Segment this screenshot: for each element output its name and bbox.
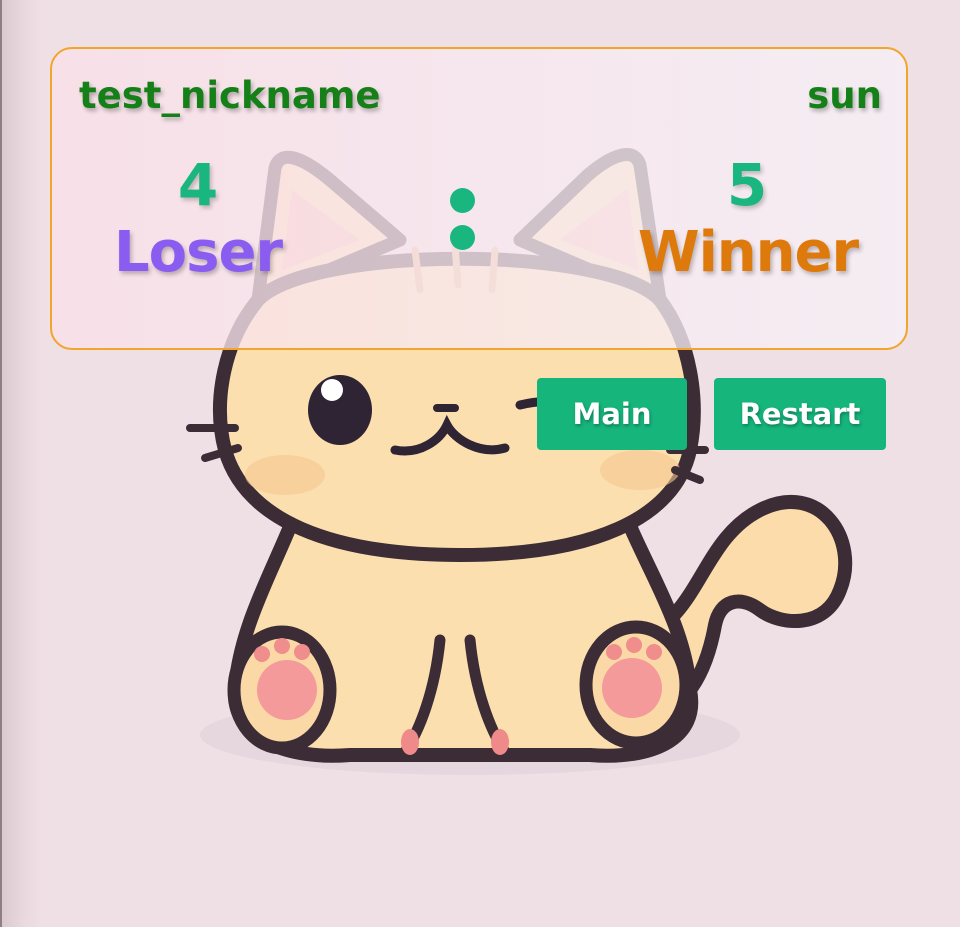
player-left-result: Loser bbox=[113, 220, 283, 285]
restart-button[interactable]: Restart bbox=[714, 378, 886, 450]
score-separator-colon bbox=[449, 188, 477, 252]
player-left-nickname: test_nickname bbox=[79, 74, 381, 117]
scoreboard-panel: test_nickname sun 4 5 Loser Winner bbox=[50, 47, 908, 350]
player-right-score: 5 bbox=[726, 151, 768, 219]
player-left-score: 4 bbox=[177, 151, 219, 219]
player-right-result: Winner bbox=[637, 220, 859, 285]
player-right-nickname: sun bbox=[807, 74, 882, 117]
main-button[interactable]: Main bbox=[537, 378, 687, 450]
colon-dot-bottom bbox=[450, 225, 475, 250]
colon-dot-top bbox=[450, 188, 475, 213]
